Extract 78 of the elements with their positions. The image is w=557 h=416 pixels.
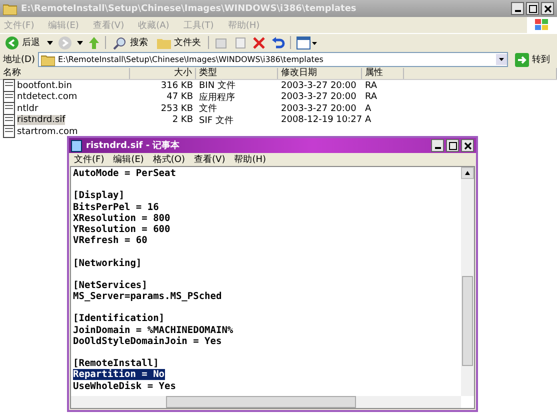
address-label: 地址(D) [3,54,35,66]
file-type: BIN 文件 [199,80,236,92]
file-type: 应用程序 [199,92,235,104]
minimize-icon [514,10,520,12]
file-icon [3,79,15,92]
file-date: 2003-3-27 20:00 [281,92,356,102]
file-name[interactable]: ristndrd.sif [17,115,66,126]
views-icon[interactable] [296,36,318,50]
file-icon [3,90,15,104]
file-attributes: RA [365,80,378,91]
file-icon [3,102,15,116]
minimize-button[interactable] [511,2,524,15]
file-name[interactable]: bootfont.bin [17,80,72,91]
menu-item[interactable]: 帮助(H) [234,153,266,166]
text-line: JoinDomain = %MACHINEDOMAIN% [73,324,234,336]
folder-icon [157,36,171,48]
close-button[interactable] [541,2,554,15]
minimize-button[interactable] [431,139,444,152]
text-line: YResolution = 600 [73,224,170,235]
text-line: BitsPerPel = 16 [73,202,159,213]
undo-icon[interactable] [271,36,285,50]
caret-icon[interactable] [47,40,53,44]
maximize-button[interactable] [526,2,539,15]
menu-item[interactable]: 查看(V) [194,153,226,166]
file-name[interactable]: startrom.com [17,126,78,137]
file-date: 2008-12-19 10:27 [281,115,362,126]
caret-icon[interactable] [77,40,83,44]
delete-icon[interactable] [252,36,266,50]
text-line: XResolution = 800 [73,212,170,224]
file-date: 2003-3-27 20:00 [281,104,356,114]
column-header[interactable]: 属性 [362,68,404,79]
folder-icon [3,2,17,14]
file-icon [3,125,15,138]
column-header[interactable]: 修改日期 [278,68,362,79]
folder-icon [40,54,55,66]
vertical-scrollbar[interactable] [461,167,474,396]
text-line: [Display] [73,190,124,202]
column-header[interactable]: 类型 [196,68,278,79]
text-line: [Networking] [73,258,142,268]
minimize-icon [434,147,440,149]
text-line: UseWholeDisk = Yes [73,380,176,392]
text-line: VRefresh = 60 [73,235,148,246]
text-line: [Identification] [73,313,165,324]
menu-item[interactable]: 格式(O) [152,153,186,166]
menu-item[interactable]: 文件(F) [74,153,104,166]
file-attributes: A [365,115,372,126]
search-icon [113,36,127,50]
file-type: SIF 文件 [199,114,234,127]
file-attributes: A [365,104,372,114]
file-type: 文件 [199,102,217,116]
text-line: MS_Server=params.MS_PSched [73,291,222,302]
text-line: [NetServices] [73,280,148,291]
file-size: 2 KB [172,115,193,126]
window-title: ristndrd.sif - 记事本 [86,139,181,152]
file-attributes: RA [365,92,378,102]
file-name[interactable]: ntldr [17,104,38,114]
text-line: DoOldStyleDomainJoin = Yes [73,336,222,347]
text-line: AutoMode = PerSeat [73,168,176,179]
file-size: 47 KB [166,92,193,102]
back-button[interactable]: 后退 [3,36,42,50]
arrow-icon [515,52,529,66]
menu-item[interactable]: 编辑(E) [113,153,144,166]
file-name[interactable]: ntdetect.com [17,92,78,102]
window-title: E:\RemoteInstall\Setup\Chinese\Images\WINDOWS\i386\templates [21,4,358,14]
file-icon [3,114,15,127]
column-header[interactable]: 大小 [130,68,196,79]
file-size: 253 KB [160,104,193,114]
search-button[interactable]: 搜索 [111,36,150,50]
address-field[interactable]: E:\RemoteInstall\Setup\Chinese\Images\WINDOWS\i386\templates [38,52,508,67]
text-line: [RemoteInstall] [73,358,159,370]
folders-button[interactable]: 文件夹 [155,36,203,49]
file-date: 2003-3-27 20:00 [281,80,356,91]
file-size: 316 KB [160,80,193,91]
maximize-button[interactable] [446,139,459,152]
close-button[interactable] [461,139,474,152]
go-button[interactable]: 转到 [511,52,554,66]
notepad-icon [71,140,82,152]
horizontal-scrollbar[interactable] [71,396,461,408]
